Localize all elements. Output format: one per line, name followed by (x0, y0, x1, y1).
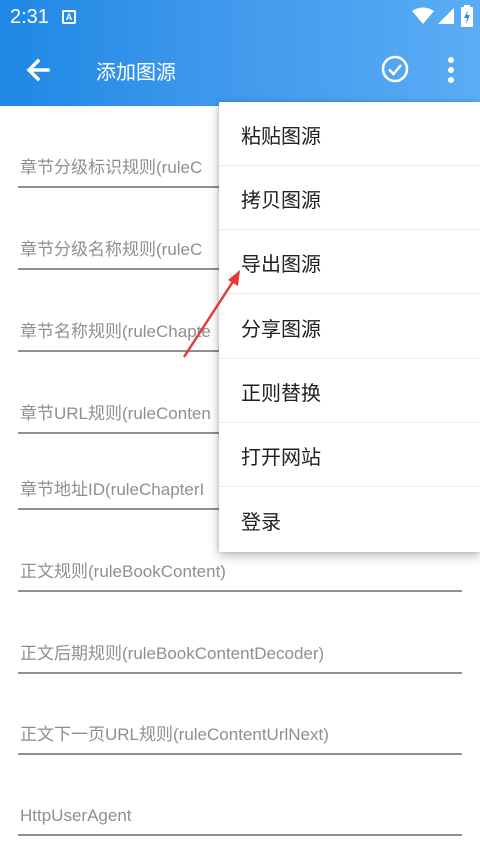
field-underline (18, 590, 462, 592)
page-title: 添加图源 (96, 60, 176, 84)
menu-item-export-source[interactable]: 导出图源 (219, 230, 480, 294)
menu-item-open-website[interactable]: 打开网站 (219, 423, 480, 487)
signal-icon (438, 8, 454, 24)
toolbar: 添加图源 (0, 34, 480, 106)
overflow-menu: 粘贴图源 拷贝图源 导出图源 分享图源 正则替换 打开网站 登录 (219, 102, 480, 552)
status-time: 2:31 (10, 6, 49, 28)
field-hint: 正文规则(ruleBookContent) (20, 562, 226, 581)
arrow-left-icon[interactable] (22, 54, 54, 86)
menu-item-label: 拷贝图源 (241, 188, 321, 212)
menu-divider (219, 293, 480, 294)
wifi-icon (412, 7, 434, 24)
menu-item-paste-source[interactable]: 粘贴图源 (219, 102, 480, 166)
status-bar: 2:31 A (0, 0, 480, 34)
menu-item-label: 导出图源 (241, 252, 321, 276)
field-hint: 章节分级名称规则(ruleC (20, 240, 203, 259)
field-hint: 正文后期规则(ruleBookContentDecoder) (20, 644, 325, 663)
field-underline (18, 753, 462, 755)
menu-item-label: 分享图源 (241, 317, 321, 341)
menu-item-label: 登录 (241, 510, 281, 534)
field-hint: HttpUserAgent (20, 806, 132, 825)
menu-item-login[interactable]: 登录 (219, 488, 480, 552)
menu-item-label: 粘贴图源 (241, 124, 321, 148)
menu-item-label: 打开网站 (241, 445, 321, 469)
menu-item-regex-replace[interactable]: 正则替换 (219, 359, 480, 423)
field-hint: 章节URL规则(ruleConten (20, 404, 211, 423)
menu-item-label: 正则替换 (241, 381, 321, 405)
more-vert-icon[interactable] (441, 54, 461, 86)
menu-item-copy-source[interactable]: 拷贝图源 (219, 166, 480, 230)
menu-item-share-source[interactable]: 分享图源 (219, 295, 480, 359)
http-user-agent-field[interactable]: HttpUserAgent (18, 784, 462, 836)
field-hint: 章节名称规则(ruleChapte (20, 322, 211, 341)
app-bar: 2:31 A 添加图源 (0, 0, 480, 106)
check-circle-icon[interactable] (381, 55, 409, 83)
field-underline (18, 672, 462, 674)
field-hint: 正文下一页URL规则(ruleContentUrlNext) (20, 725, 329, 744)
rule-content-url-next-field[interactable]: 正文下一页URL规则(ruleContentUrlNext) (18, 703, 462, 755)
battery-charging-icon (461, 5, 473, 27)
field-underline (18, 834, 462, 836)
field-hint: 章节地址ID(ruleChapterI (20, 480, 205, 499)
menu-divider (219, 486, 480, 487)
field-hint: 章节分级标识规则(ruleC (20, 158, 203, 177)
rule-book-content-decoder-field[interactable]: 正文后期规则(ruleBookContentDecoder) (18, 622, 462, 674)
notification-a-icon: A (62, 10, 76, 24)
